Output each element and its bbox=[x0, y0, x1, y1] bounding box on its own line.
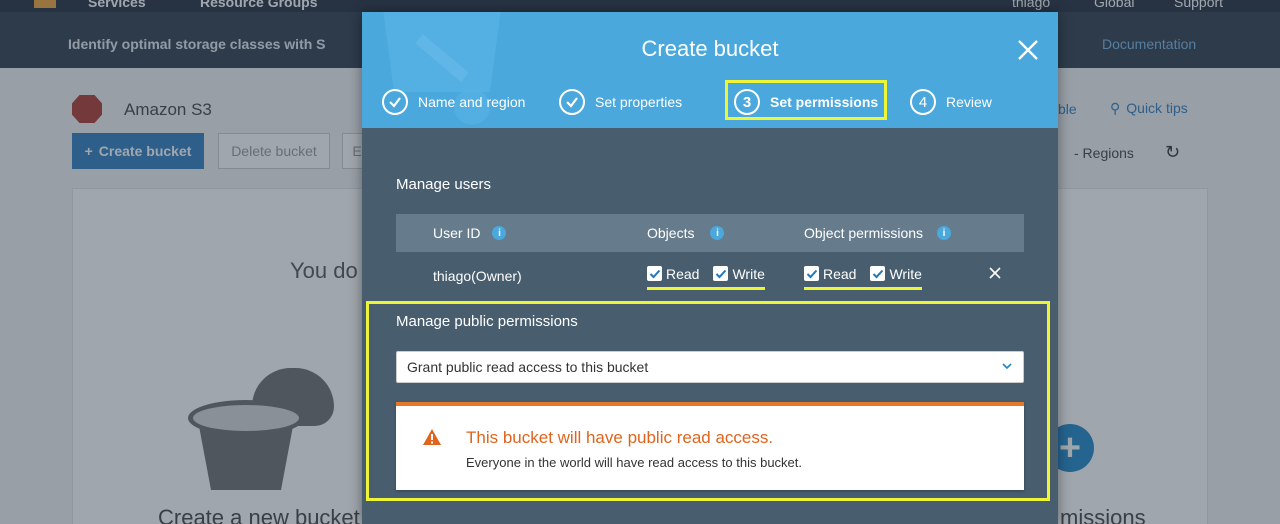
manage-users-label: Manage users bbox=[396, 176, 492, 193]
public-access-warning: This bucket will have public read access… bbox=[396, 402, 1024, 490]
user-id-cell: thiago(Owner) bbox=[433, 268, 522, 284]
column-label: Object permissions bbox=[804, 225, 924, 241]
checkbox-checked-icon bbox=[804, 266, 819, 281]
column-user-id: User ID i bbox=[433, 214, 507, 252]
warning-title: This bucket will have public read access… bbox=[466, 428, 774, 447]
objects-read-checkbox[interactable]: Read bbox=[647, 266, 699, 282]
warning-icon bbox=[423, 429, 441, 445]
checkbox-label: Write bbox=[889, 265, 922, 282]
object-permissions-read-checkbox[interactable]: Read bbox=[804, 266, 856, 282]
check-circle-icon bbox=[559, 89, 585, 115]
step-label: Review bbox=[946, 94, 992, 110]
create-bucket-modal: Create bucket Name and region Set proper… bbox=[362, 12, 1058, 524]
checkbox-label: Read bbox=[823, 265, 857, 282]
objects-permissions-group: Read Write bbox=[647, 262, 765, 290]
chevron-down-icon bbox=[1002, 363, 1012, 370]
step-label: Name and region bbox=[418, 94, 526, 110]
user-row: thiago(Owner) Read Write Read Write bbox=[396, 252, 1024, 298]
step-set-permissions[interactable]: 3 Set permissions bbox=[734, 88, 878, 116]
object-permissions-group: Read Write bbox=[804, 262, 922, 290]
modal-title: Create bucket bbox=[641, 36, 779, 61]
users-table-header: User ID i Objects i Object permissions i bbox=[396, 214, 1024, 252]
column-label: Objects bbox=[647, 225, 695, 241]
checkbox-checked-icon bbox=[647, 266, 662, 281]
checkbox-label: Write bbox=[732, 265, 765, 282]
step-label: Set permissions bbox=[770, 94, 879, 110]
step-name-and-region[interactable]: Name and region bbox=[382, 88, 525, 116]
step-number-icon: 4 bbox=[910, 89, 936, 115]
info-icon[interactable]: i bbox=[710, 226, 725, 240]
object-permissions-write-checkbox[interactable]: Write bbox=[870, 265, 922, 282]
step-review[interactable]: 4 Review bbox=[910, 88, 992, 116]
checkbox-checked-icon bbox=[713, 266, 729, 281]
close-icon[interactable] bbox=[1016, 38, 1040, 62]
objects-write-checkbox[interactable]: Write bbox=[713, 265, 765, 282]
selected-option: Grant public read access to this bucket bbox=[407, 359, 649, 375]
remove-user-icon[interactable] bbox=[988, 266, 1002, 280]
step-number-icon: 3 bbox=[734, 89, 760, 115]
checkbox-label: Read bbox=[666, 265, 700, 282]
column-objects: Objects i bbox=[647, 214, 725, 252]
manage-public-permissions-label: Manage public permissions bbox=[396, 313, 578, 330]
step-label: Set properties bbox=[595, 94, 683, 110]
wizard-steps: Name and region Set properties 3 Set per… bbox=[362, 80, 1058, 120]
info-icon[interactable]: i bbox=[937, 226, 952, 240]
checkbox-checked-icon bbox=[870, 266, 886, 281]
column-label: User ID bbox=[433, 225, 481, 241]
column-object-permissions: Object permissions i bbox=[804, 214, 952, 252]
modal-header: Create bucket Name and region Set proper… bbox=[362, 12, 1058, 128]
step-set-properties[interactable]: Set properties bbox=[559, 88, 682, 116]
check-circle-icon bbox=[382, 89, 408, 115]
info-icon[interactable]: i bbox=[492, 226, 507, 240]
warning-text: Everyone in the world will have read acc… bbox=[466, 455, 803, 470]
public-access-select[interactable]: Grant public read access to this bucket bbox=[396, 351, 1024, 383]
